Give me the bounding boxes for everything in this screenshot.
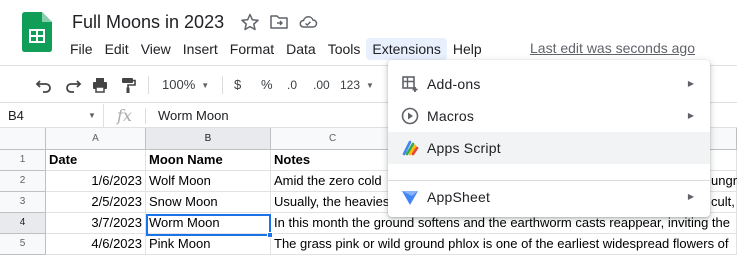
cell-b1[interactable]: Moon Name — [146, 150, 271, 171]
move-folder-icon[interactable] — [269, 13, 289, 31]
menu-item-macros[interactable]: Macros ▶ — [388, 100, 710, 132]
menu-edit[interactable]: Edit — [99, 38, 135, 60]
menu-data[interactable]: Data — [280, 38, 322, 60]
decrease-decimals-button[interactable]: .0 — [287, 75, 297, 95]
menu-item-label: AppSheet — [427, 189, 491, 205]
cloud-status-icon[interactable] — [298, 13, 318, 31]
cell-a4[interactable]: 3/7/2023 — [46, 213, 146, 234]
undo-icon[interactable] — [34, 75, 54, 95]
fx-icon: fx — [117, 106, 132, 125]
menu-tools[interactable]: Tools — [322, 38, 367, 60]
column-header-b[interactable]: B — [146, 128, 271, 150]
cell-b3[interactable]: Snow Moon — [146, 192, 271, 213]
row-header-4[interactable]: 4 — [0, 213, 46, 234]
name-box-value: B4 — [8, 108, 24, 123]
percent-format-button[interactable]: % — [261, 75, 273, 95]
select-all-corner[interactable] — [0, 128, 46, 150]
cell-a2[interactable]: 1/6/2023 — [46, 171, 146, 192]
cell-b5[interactable]: Pink Moon — [146, 234, 271, 255]
submenu-arrow-icon: ▶ — [687, 192, 694, 201]
row-header-1[interactable]: 1 — [0, 150, 46, 171]
name-box-caret-icon[interactable]: ▼ — [88, 104, 96, 128]
font-select-partial[interactable] — [715, 75, 737, 95]
menu-item-appsheet[interactable]: AppSheet ▶ — [388, 181, 710, 213]
more-formats-caret-icon: ▼ — [366, 80, 374, 90]
submenu-arrow-icon: ▶ — [687, 111, 694, 120]
increase-decimals-button[interactable]: .00 — [313, 75, 330, 95]
cell-a5[interactable]: 4/6/2023 — [46, 234, 146, 255]
menu-bar: File Edit View Insert Format Data Tools … — [64, 38, 488, 60]
menu-view[interactable]: View — [135, 38, 177, 60]
document-title[interactable]: Full Moons in 2023 — [72, 12, 224, 33]
menu-item-apps-script[interactable]: Apps Script — [388, 132, 710, 164]
apps-script-icon — [401, 139, 419, 157]
cell-c2-overflow: ungri — [711, 173, 737, 188]
submenu-arrow-icon: ▶ — [687, 79, 694, 88]
increase-decimals-label: .00 — [313, 78, 330, 92]
star-icon[interactable] — [240, 13, 260, 31]
last-edit-link[interactable]: Last edit was seconds ago — [530, 40, 695, 56]
more-formats-button[interactable]: 123 ▼ — [340, 75, 374, 95]
decrease-decimals-label: .0 — [287, 78, 298, 92]
row-header-5[interactable]: 5 — [0, 234, 46, 255]
cell-c3-overflow: cult, a — [711, 194, 737, 209]
row-header-2[interactable]: 2 — [0, 171, 46, 192]
formula-input[interactable]: Worm Moon — [158, 104, 229, 128]
menu-format[interactable]: Format — [224, 38, 280, 60]
menu-file[interactable]: File — [64, 38, 99, 60]
zoom-value: 100% — [162, 77, 196, 92]
column-header-a[interactable]: A — [46, 128, 146, 150]
macros-icon — [401, 107, 419, 125]
more-formats-label: 123 — [340, 78, 361, 92]
row-header-3[interactable]: 3 — [0, 192, 46, 213]
menu-item-label: Apps Script — [427, 140, 501, 156]
paint-format-icon[interactable] — [118, 75, 138, 95]
cell-c5[interactable]: The grass pink or wild ground phlox is o… — [271, 234, 737, 255]
sheets-logo-icon[interactable] — [22, 12, 52, 52]
addons-icon — [401, 75, 419, 93]
fill-handle[interactable] — [267, 232, 273, 238]
cell-a1[interactable]: Date — [46, 150, 146, 171]
menu-item-add-ons[interactable]: Add-ons ▶ — [388, 68, 710, 100]
menu-item-label: Add-ons — [427, 76, 481, 92]
menu-insert[interactable]: Insert — [177, 38, 224, 60]
zoom-caret-icon: ▼ — [201, 80, 210, 90]
currency-format-button[interactable]: $ — [234, 75, 241, 95]
zoom-select[interactable]: 100% ▼ — [162, 75, 209, 95]
menu-extensions[interactable]: Extensions — [366, 38, 447, 60]
extensions-menu: Add-ons ▶ Macros ▶ Apps Script AppSheet … — [388, 60, 710, 217]
cell-b2[interactable]: Wolf Moon — [146, 171, 271, 192]
cell-a3[interactable]: 2/5/2023 — [46, 192, 146, 213]
print-icon[interactable] — [90, 75, 110, 95]
redo-icon[interactable] — [63, 75, 83, 95]
active-cell-selection — [146, 214, 271, 236]
menu-help[interactable]: Help — [447, 38, 488, 60]
menu-item-label: Macros — [427, 108, 475, 124]
appsheet-icon — [401, 188, 419, 206]
